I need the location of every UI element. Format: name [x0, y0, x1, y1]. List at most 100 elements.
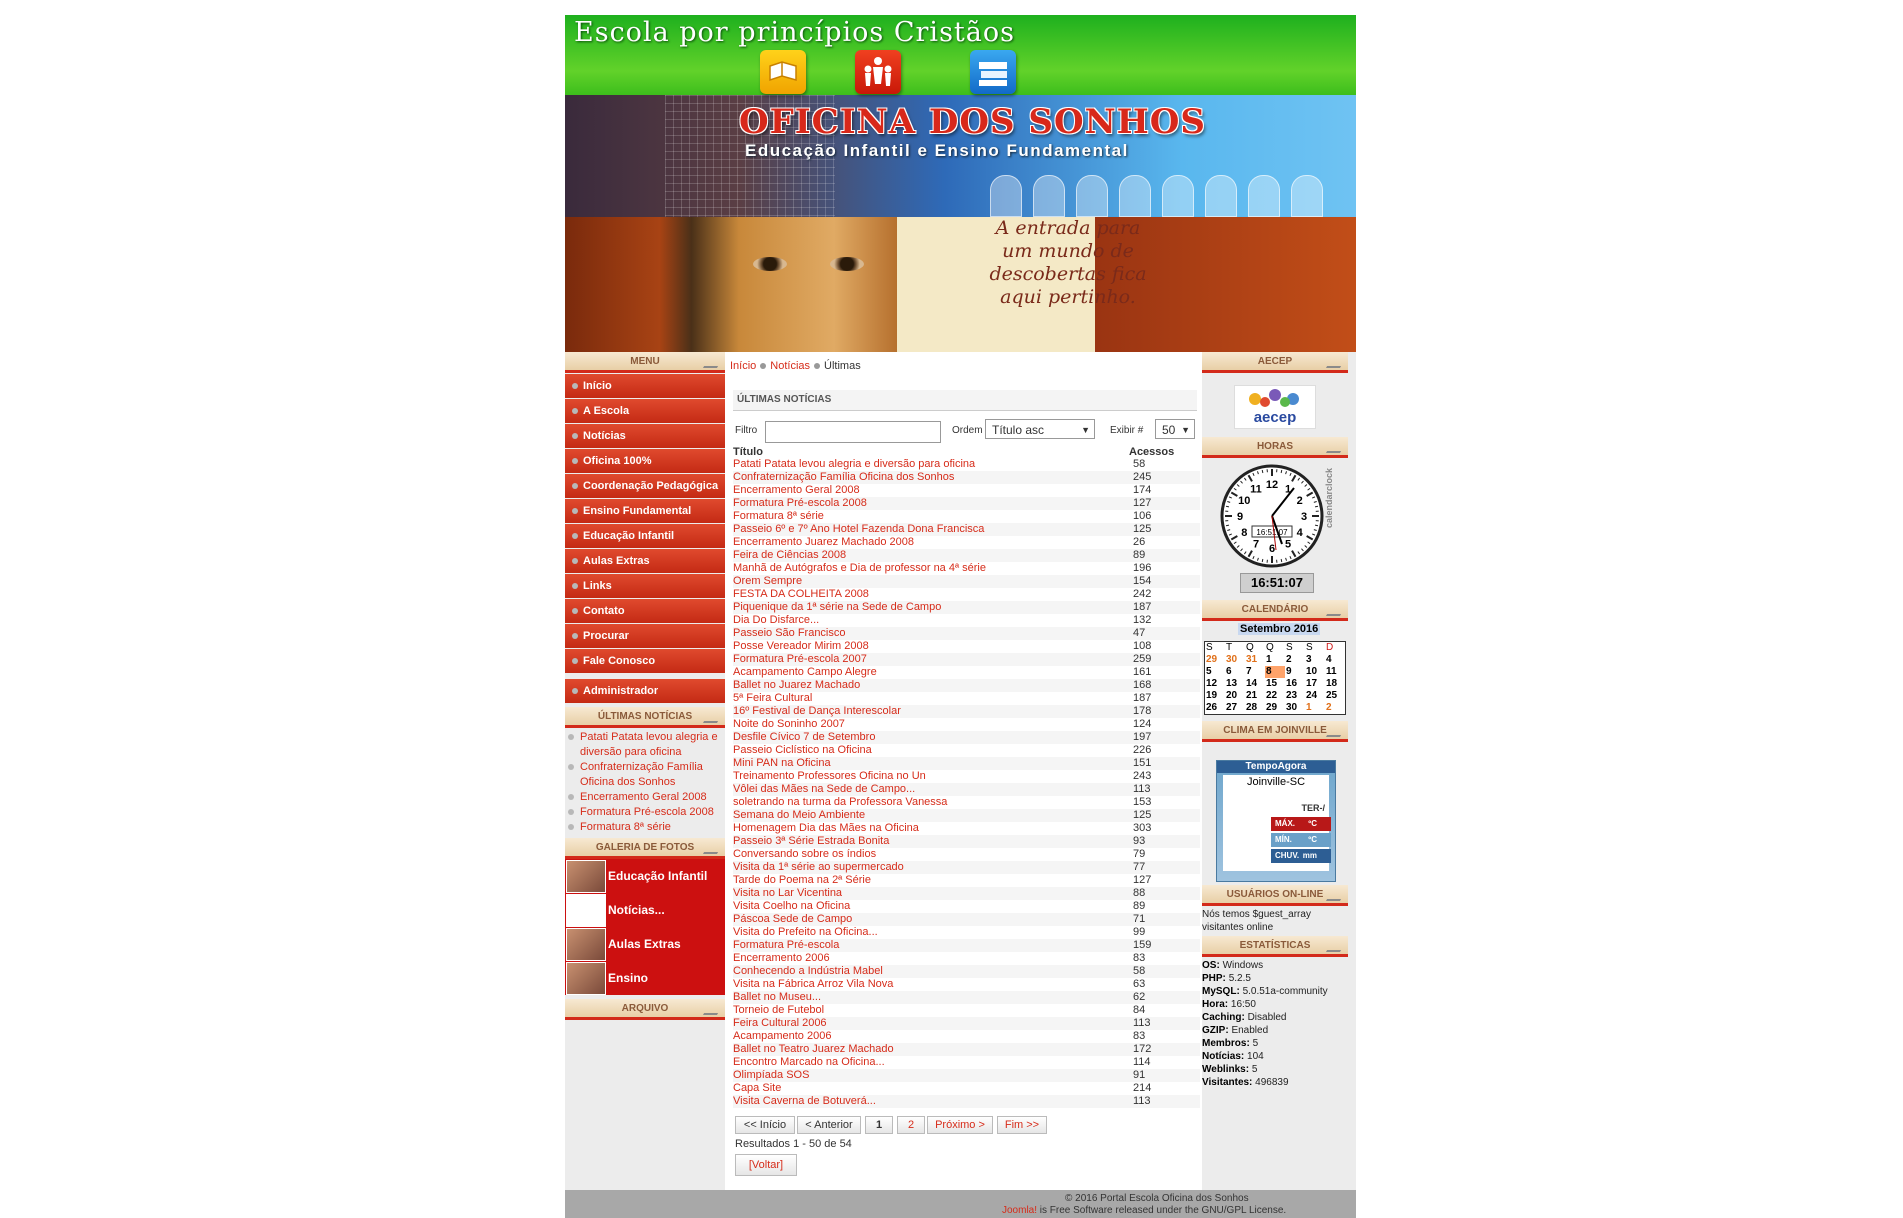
news-title-link[interactable]: Desfile Cívico 7 de Setembro	[733, 731, 1129, 744]
news-title-link[interactable]: Encerramento 2006	[733, 952, 1129, 965]
news-title-link[interactable]: Encerramento Geral 2008	[733, 484, 1129, 497]
order-select[interactable]: Título asc ▼	[985, 419, 1095, 439]
calendar-day[interactable]: 28	[1245, 702, 1265, 714]
breadcrumb-home-link[interactable]: Início	[730, 360, 756, 372]
menu-item-administrador[interactable]: Administrador	[565, 679, 725, 703]
news-title-link[interactable]: Passeio 3ª Série Estrada Bonita	[733, 835, 1129, 848]
calendar-day[interactable]: 20	[1225, 690, 1245, 702]
news-title-link[interactable]: Passeio Ciclístico na Oficina	[733, 744, 1129, 757]
news-title-link[interactable]: Visita Coelho na Oficina	[733, 900, 1129, 913]
calendar-day[interactable]: 11	[1325, 666, 1345, 678]
calendar-day[interactable]: 22	[1265, 690, 1285, 702]
news-title-link[interactable]: Encerramento Juarez Machado 2008	[733, 536, 1129, 549]
calendar-day[interactable]: 31	[1245, 654, 1265, 666]
calendar-day[interactable]: 25	[1325, 690, 1345, 702]
menu-item-contato[interactable]: Contato	[565, 599, 725, 623]
news-title-link[interactable]: Visita no Lar Vicentina	[733, 887, 1129, 900]
latest-news-link[interactable]: Encerramento Geral 2008	[565, 790, 725, 805]
news-title-link[interactable]: Formatura Pré-escola	[733, 939, 1129, 952]
news-title-link[interactable]: Noite do Soninho 2007	[733, 718, 1129, 731]
menu-item-procurar[interactable]: Procurar	[565, 624, 725, 648]
news-title-link[interactable]: Patati Patata levou alegria e diversão p…	[733, 458, 1129, 471]
calendar-day[interactable]: 3	[1305, 654, 1325, 666]
back-button[interactable]: [Voltar]	[735, 1154, 797, 1176]
filter-input[interactable]	[765, 421, 941, 443]
aecep-logo[interactable]: aecep	[1234, 385, 1316, 429]
news-title-link[interactable]: Ballet no Museu...	[733, 991, 1129, 1004]
page-last-button[interactable]: Fim >>	[997, 1116, 1047, 1134]
news-title-link[interactable]: Visita da 1ª série ao supermercado	[733, 861, 1129, 874]
news-title-link[interactable]: Ballet no Juarez Machado	[733, 679, 1129, 692]
calendar-day[interactable]: 26	[1205, 702, 1225, 714]
news-title-link[interactable]: Ballet no Teatro Juarez Machado	[733, 1043, 1129, 1056]
news-title-link[interactable]: Formatura 8ª série	[733, 510, 1129, 523]
news-title-link[interactable]: Visita na Fábrica Arroz Vila Nova	[733, 978, 1129, 991]
news-title-link[interactable]: Visita do Prefeito na Oficina...	[733, 926, 1129, 939]
news-title-link[interactable]: 16º Festival de Dança Interescolar	[733, 705, 1129, 718]
calendar-day[interactable]: 2	[1325, 702, 1345, 714]
calendar-day[interactable]: 4	[1325, 654, 1345, 666]
news-title-link[interactable]: Feira Cultural 2006	[733, 1017, 1129, 1030]
calendar-day[interactable]: 29	[1205, 654, 1225, 666]
news-title-link[interactable]: Manhã de Autógrafos e Dia de professor n…	[733, 562, 1129, 575]
menu-item-a-escola[interactable]: A Escola	[565, 399, 725, 423]
news-title-link[interactable]: Vôlei das Mães na Sede de Campo...	[733, 783, 1129, 796]
menu-item-educacao-infantil[interactable]: Educação Infantil	[565, 524, 725, 548]
news-title-link[interactable]: Mini PAN na Oficina	[733, 757, 1129, 770]
news-title-link[interactable]: Tarde do Poema na 2ª Série	[733, 874, 1129, 887]
joomla-link[interactable]: Joomla!	[1002, 1205, 1037, 1216]
news-title-link[interactable]: Torneio de Futebol	[733, 1004, 1129, 1017]
menu-item-fale-conosco[interactable]: Fale Conosco	[565, 649, 725, 673]
news-title-link[interactable]: Páscoa Sede de Campo	[733, 913, 1129, 926]
latest-news-link[interactable]: Patati Patata levou alegria e diversão p…	[565, 730, 725, 760]
page-1-button[interactable]: 1	[865, 1116, 893, 1134]
calendar-day[interactable]: 19	[1205, 690, 1225, 702]
latest-news-link[interactable]: Formatura Pré-escola 2008	[565, 805, 725, 820]
latest-news-link[interactable]: Formatura 8ª série	[565, 820, 725, 835]
news-title-link[interactable]: Encontro Marcado na Oficina...	[733, 1056, 1129, 1069]
news-title-link[interactable]: Conversando sobre os índios	[733, 848, 1129, 861]
news-title-link[interactable]: Posse Vereador Mirim 2008	[733, 640, 1129, 653]
menu-item-links[interactable]: Links	[565, 574, 725, 598]
calendar-day[interactable]: 23	[1285, 690, 1305, 702]
archive-module-title[interactable]: ARQUIVO	[565, 999, 726, 1020]
page-prev-button[interactable]: < Anterior	[797, 1116, 861, 1134]
gallery-item-aulas-extras[interactable]: Aulas Extras	[565, 927, 725, 961]
calendar-day[interactable]: 18	[1325, 678, 1345, 690]
calendar-day[interactable]: 29	[1265, 702, 1285, 714]
news-title-link[interactable]: Homenagem Dia das Mães na Oficina	[733, 822, 1129, 835]
news-title-link[interactable]: Piquenique da 1ª série na Sede de Campo	[733, 601, 1129, 614]
gallery-item-ensino-fundamental[interactable]: Ensino Fundamental	[565, 961, 725, 1019]
calendar-day[interactable]: 7	[1245, 666, 1265, 678]
news-title-link[interactable]: Acampamento 2006	[733, 1030, 1129, 1043]
breadcrumb-section-link[interactable]: Notícias	[770, 360, 810, 372]
calendar-day[interactable]: 16	[1285, 678, 1305, 690]
calendar-day[interactable]: 30	[1225, 654, 1245, 666]
news-title-link[interactable]: Visita Caverna de Botuverá...	[733, 1095, 1129, 1108]
news-title-link[interactable]: Confraternização Família Oficina dos Son…	[733, 471, 1129, 484]
calendar-day[interactable]: 9	[1285, 666, 1305, 678]
calendar-day[interactable]: 8	[1265, 666, 1285, 678]
column-header-title[interactable]: Título	[733, 446, 1129, 458]
menu-item-oficina-100[interactable]: Oficina 100%	[565, 449, 725, 473]
news-title-link[interactable]: Olimpíada SOS	[733, 1069, 1129, 1082]
menu-item-ensino-fundamental[interactable]: Ensino Fundamental	[565, 499, 725, 523]
gallery-item-noticias[interactable]: Notícias...	[565, 893, 725, 927]
calendar-day[interactable]: 5	[1205, 666, 1225, 678]
calendar-day[interactable]: 1	[1305, 702, 1325, 714]
show-count-select[interactable]: 50 ▼	[1155, 419, 1195, 439]
news-title-link[interactable]: Acampamento Campo Alegre	[733, 666, 1129, 679]
news-title-link[interactable]: Orem Sempre	[733, 575, 1129, 588]
calendar-day[interactable]: 13	[1225, 678, 1245, 690]
calendar-day[interactable]: 2	[1285, 654, 1305, 666]
page-first-button[interactable]: << Início	[735, 1116, 795, 1134]
menu-item-inicio[interactable]: Início	[565, 374, 725, 398]
calendar-day[interactable]: 21	[1245, 690, 1265, 702]
calendar-day[interactable]: 10	[1305, 666, 1325, 678]
news-title-link[interactable]: Formatura Pré-escola 2007	[733, 653, 1129, 666]
page-next-button[interactable]: Próximo >	[927, 1116, 993, 1134]
calendar-day[interactable]: 27	[1225, 702, 1245, 714]
news-title-link[interactable]: Passeio São Francisco	[733, 627, 1129, 640]
calendar-day[interactable]: 14	[1245, 678, 1265, 690]
news-title-link[interactable]: soletrando na turma da Professora Vaness…	[733, 796, 1129, 809]
